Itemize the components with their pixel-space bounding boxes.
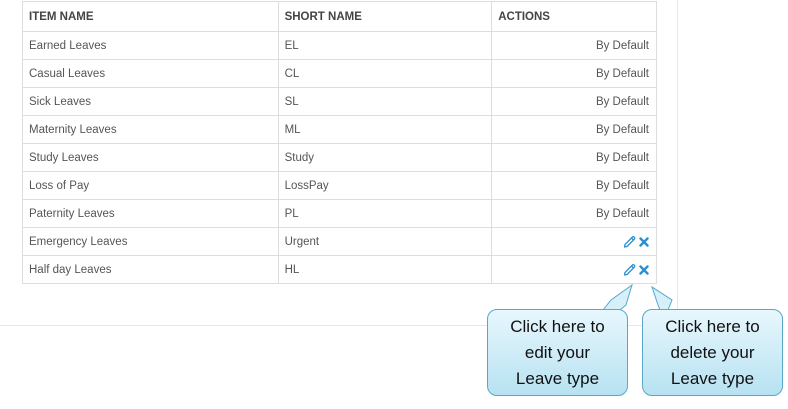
table-row: Maternity Leaves ML By Default [22, 115, 657, 144]
callout-line: Leave type [515, 369, 600, 388]
action-default-text: By Default [491, 87, 657, 116]
table-row: Emergency Leaves Urgent [22, 227, 657, 256]
action-default-text: By Default [491, 143, 657, 172]
short-name-cell: HL [277, 255, 493, 284]
callout-line: delete your [670, 343, 755, 362]
item-name-cell: Earned Leaves [22, 31, 279, 60]
edit-pencil-icon[interactable] [623, 235, 636, 248]
delete-close-icon[interactable] [639, 264, 649, 275]
item-name-cell: Maternity Leaves [22, 115, 279, 144]
action-default-text: By Default [491, 115, 657, 144]
page: ITEM NAME SHORT NAME ACTIONS Earned Leav… [0, 0, 788, 409]
item-name-cell: Sick Leaves [22, 87, 279, 116]
action-default-text: By Default [491, 59, 657, 88]
edit-pencil-icon[interactable] [623, 263, 636, 276]
short-name-cell: CL [277, 59, 493, 88]
action-default-text: By Default [491, 171, 657, 200]
leave-types-panel: ITEM NAME SHORT NAME ACTIONS Earned Leav… [0, 0, 678, 326]
callout-line: Click here to [510, 317, 605, 336]
delete-close-icon[interactable] [639, 236, 649, 247]
table-row: Half day Leaves HL [22, 255, 657, 284]
table-row: Sick Leaves SL By Default [22, 87, 657, 116]
callout-line: Leave type [670, 369, 755, 388]
short-name-cell: EL [277, 31, 493, 60]
action-icons-cell [491, 227, 657, 256]
table-row: Loss of Pay LossPay By Default [22, 171, 657, 200]
callout-line: edit your [524, 343, 591, 362]
table-row: Study Leaves Study By Default [22, 143, 657, 172]
action-default-text: By Default [491, 31, 657, 60]
table-row: Casual Leaves CL By Default [22, 59, 657, 88]
short-name-cell: PL [277, 199, 493, 228]
short-name-cell: LossPay [277, 171, 493, 200]
table-row: Paternity Leaves PL By Default [22, 199, 657, 228]
action-icons-cell [491, 255, 657, 284]
header-actions: ACTIONS [491, 1, 657, 32]
edit-callout: Click here to edit your Leave type [487, 309, 628, 396]
table-row: Earned Leaves EL By Default [22, 31, 657, 60]
delete-callout: Click here to delete your Leave type [642, 309, 783, 396]
item-name-cell: Loss of Pay [22, 171, 279, 200]
leave-types-table: ITEM NAME SHORT NAME ACTIONS Earned Leav… [22, 1, 657, 284]
short-name-cell: Urgent [277, 227, 493, 256]
item-name-cell: Study Leaves [22, 143, 279, 172]
item-name-cell: Emergency Leaves [22, 227, 279, 256]
item-name-cell: Casual Leaves [22, 59, 279, 88]
table-header-row: ITEM NAME SHORT NAME ACTIONS [22, 1, 657, 32]
short-name-cell: Study [277, 143, 493, 172]
short-name-cell: SL [277, 87, 493, 116]
header-short-name: SHORT NAME [277, 1, 493, 32]
item-name-cell: Paternity Leaves [22, 199, 279, 228]
item-name-cell: Half day Leaves [22, 255, 279, 284]
action-default-text: By Default [491, 199, 657, 228]
short-name-cell: ML [277, 115, 493, 144]
callout-line: Click here to [665, 317, 760, 336]
header-item-name: ITEM NAME [22, 1, 279, 32]
